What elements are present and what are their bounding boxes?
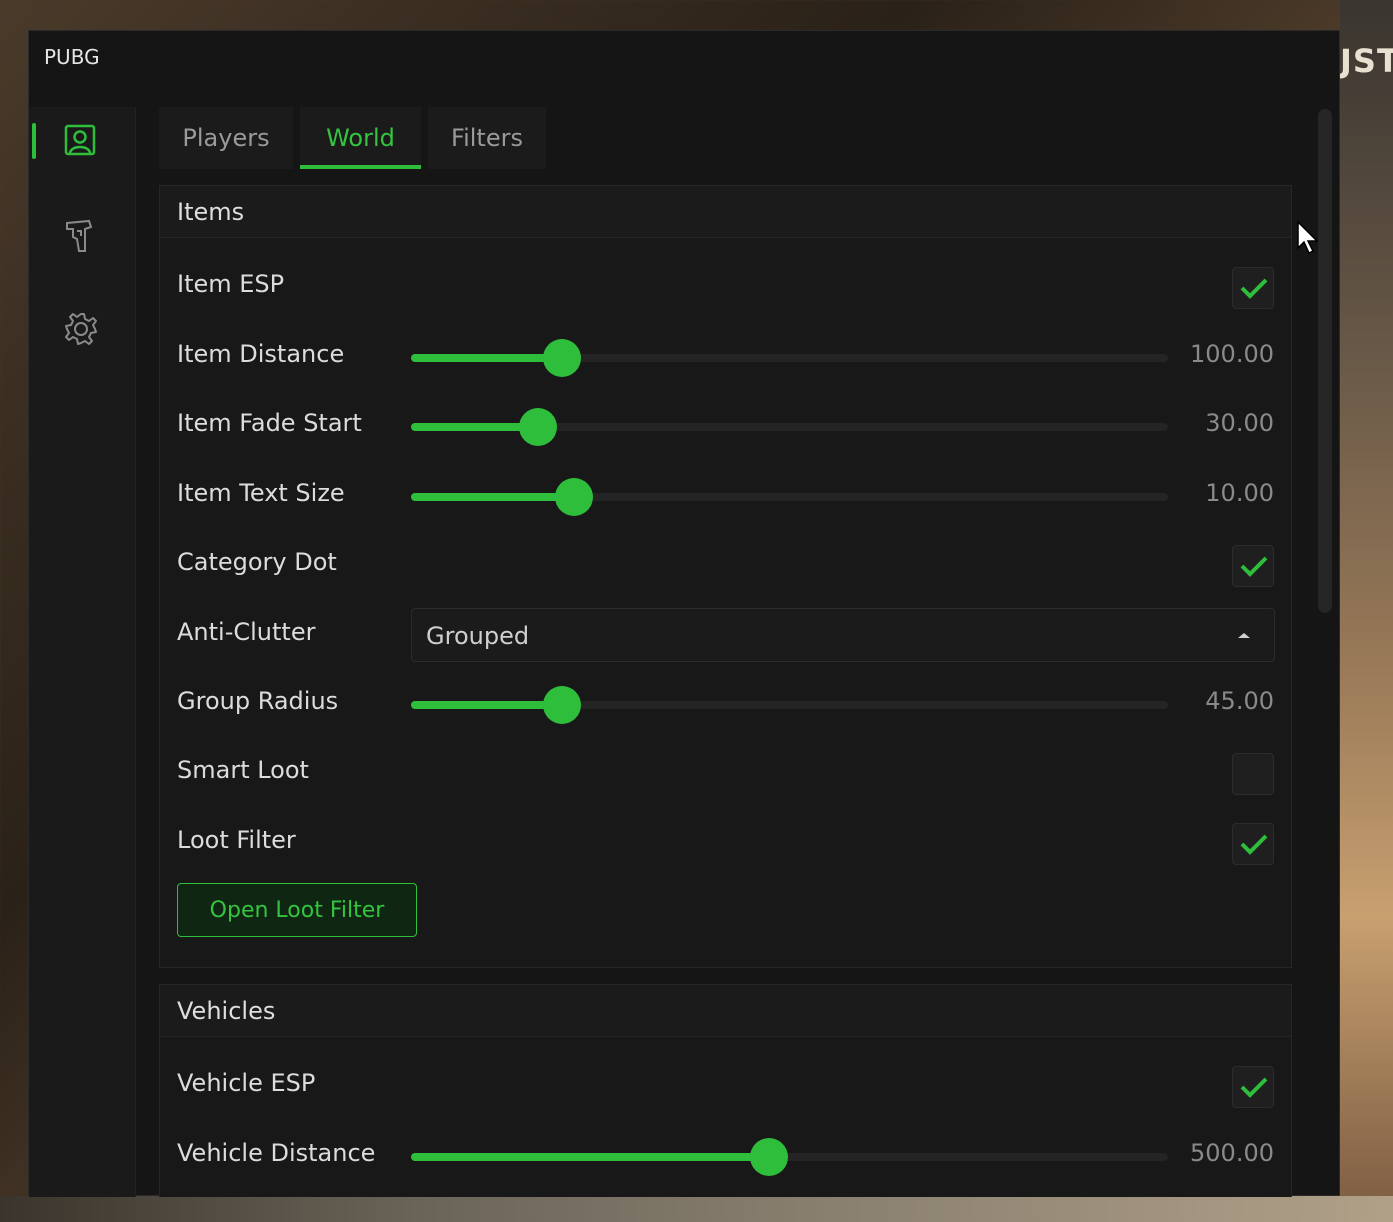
item-distance-label: Item Distance (177, 340, 345, 368)
sidebar-item-settings[interactable] (29, 295, 135, 365)
smart-loot-label: Smart Loot (177, 756, 309, 784)
loot-filter-checkbox[interactable] (1232, 823, 1274, 865)
vehicle-esp-label: Vehicle ESP (177, 1069, 316, 1097)
items-section: Items Item ESP Item Distance 100.00 Item… (159, 185, 1292, 968)
item-text-size-label: Item Text Size (177, 479, 345, 507)
slider-fill (411, 354, 563, 362)
active-indicator (32, 123, 36, 159)
item-fade-start-slider[interactable] (411, 408, 1168, 446)
tab-players[interactable]: Players (159, 107, 293, 169)
open-loot-filter-button[interactable]: Open Loot Filter (177, 883, 417, 937)
group-radius-slider[interactable] (411, 686, 1168, 724)
player-icon (64, 124, 96, 156)
items-section-header[interactable]: Items (160, 186, 1291, 238)
loot-filter-label: Loot Filter (177, 826, 296, 854)
item-fade-start-value: 30.00 (1205, 409, 1274, 437)
anti-clutter-label: Anti-Clutter (177, 618, 316, 646)
slider-handle[interactable] (554, 478, 593, 516)
vehicle-distance-label: Vehicle Distance (177, 1139, 376, 1167)
vehicle-distance-row: Vehicle Distance 500.00 (160, 1125, 1291, 1185)
pistol-icon (66, 219, 93, 252)
slider-handle[interactable] (543, 686, 582, 724)
smart-loot-row: Smart Loot (160, 742, 1291, 802)
vehicle-distance-slider[interactable] (411, 1138, 1168, 1176)
item-distance-value: 100.00 (1190, 340, 1274, 368)
category-dot-checkbox[interactable] (1232, 545, 1274, 587)
category-dot-row: Category Dot (160, 534, 1291, 594)
item-esp-label: Item ESP (177, 270, 285, 298)
slider-fill (411, 493, 574, 501)
caret-up-icon (1238, 633, 1250, 638)
slider-handle[interactable] (750, 1138, 789, 1176)
category-dot-label: Category Dot (177, 548, 337, 576)
vehicles-section-header[interactable]: Vehicles (160, 985, 1291, 1037)
group-radius-value: 45.00 (1205, 687, 1274, 715)
smart-loot-checkbox[interactable] (1232, 753, 1274, 795)
vehicle-esp-row: Vehicle ESP (160, 1055, 1291, 1115)
vehicle-distance-value: 500.00 (1190, 1139, 1274, 1167)
slider-fill (411, 1153, 770, 1161)
slider-handle[interactable] (543, 339, 582, 377)
anti-clutter-dropdown[interactable]: Grouped (411, 608, 1275, 662)
tab-world[interactable]: World (300, 107, 421, 169)
mouse-cursor-icon (1297, 220, 1319, 255)
anti-clutter-row: Anti-Clutter Grouped (160, 604, 1291, 664)
background-scene-right (1340, 0, 1393, 1222)
window-title: PUBG (44, 45, 100, 69)
group-radius-row: Group Radius 45.00 (160, 673, 1291, 733)
item-text-size-value: 10.00 (1205, 479, 1274, 507)
open-loot-filter-row: Open Loot Filter (160, 883, 1291, 943)
item-text-size-slider[interactable] (411, 478, 1168, 516)
loot-filter-row: Loot Filter (160, 812, 1291, 872)
vehicles-section-title: Vehicles (177, 997, 276, 1025)
checkmark-icon (1240, 278, 1268, 299)
tab-filters[interactable]: Filters (428, 107, 546, 169)
anti-clutter-selected: Grouped (426, 622, 530, 650)
scrollbar-thumb[interactable] (1318, 109, 1332, 613)
checkmark-icon (1240, 1077, 1268, 1098)
sidebar-item-weapons[interactable] (29, 201, 135, 271)
gear-icon (65, 313, 97, 345)
item-fade-start-row: Item Fade Start 30.00 (160, 395, 1291, 455)
item-esp-row: Item ESP (160, 256, 1291, 316)
slider-fill (411, 701, 563, 709)
vehicles-section: Vehicles Vehicle ESP Vehicle Distance 50… (159, 984, 1292, 1197)
content-panel: Players World Filters Items Item ESP Ite… (136, 107, 1312, 1197)
items-section-title: Items (177, 198, 245, 226)
checkmark-icon (1240, 834, 1268, 855)
item-esp-checkbox[interactable] (1232, 267, 1274, 309)
menu-window: PUBG Players World Filters Items Item ES… (28, 30, 1340, 1197)
item-text-size-row: Item Text Size 10.00 (160, 465, 1291, 525)
item-distance-slider[interactable] (411, 339, 1168, 377)
vehicle-esp-checkbox[interactable] (1232, 1066, 1274, 1108)
title-bar[interactable]: PUBG (29, 31, 1339, 107)
checkmark-icon (1240, 556, 1268, 577)
slider-handle[interactable] (519, 408, 558, 446)
background-text: JSTO (1340, 42, 1393, 80)
sidebar-item-players[interactable] (29, 107, 135, 177)
sidebar (29, 107, 136, 1197)
item-fade-start-label: Item Fade Start (177, 409, 362, 437)
group-radius-label: Group Radius (177, 687, 339, 715)
item-distance-row: Item Distance 100.00 (160, 326, 1291, 386)
background-scene-bottom (0, 1196, 1393, 1222)
scrollbar[interactable] (1316, 109, 1334, 1195)
